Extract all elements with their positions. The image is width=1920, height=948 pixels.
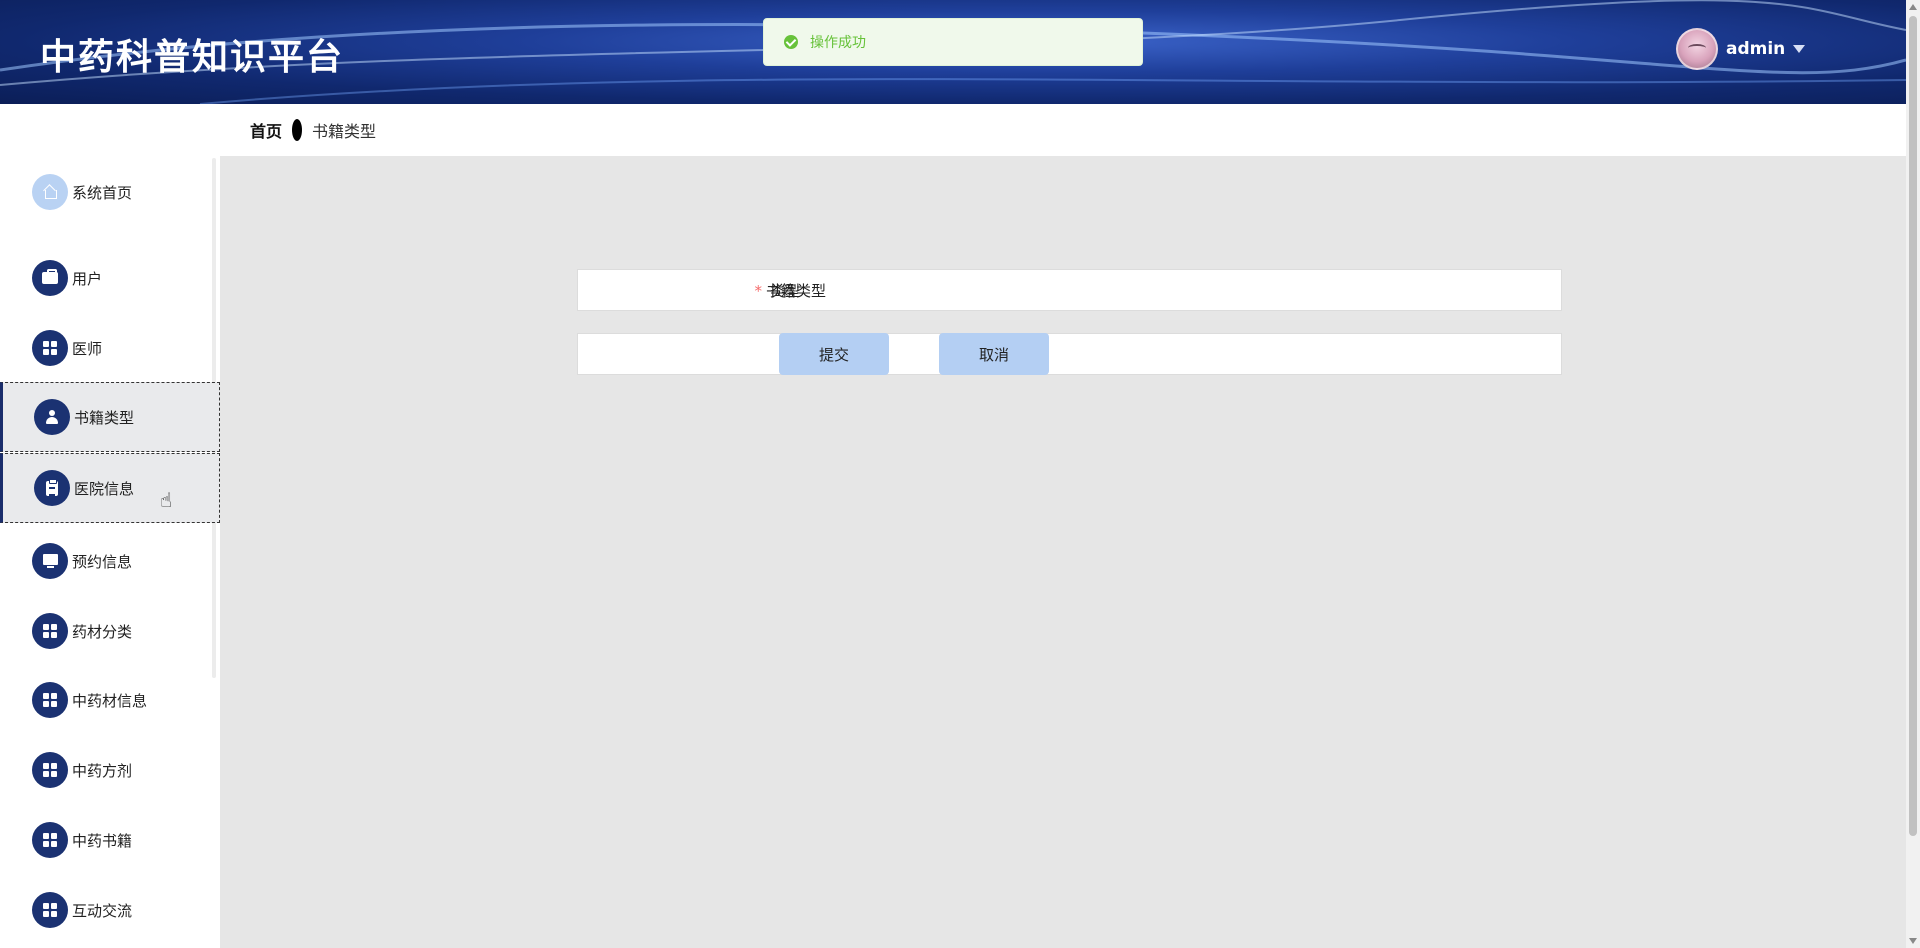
sidebar-item-herb-categories[interactable]: 药材分类 [0, 596, 220, 666]
clipboard-icon [34, 470, 70, 506]
sidebar-item-label: 系统首页 [72, 183, 133, 202]
sidebar: 系统首页 用户 医师 书籍类型 医院信息 预约信息 药材分类 中药材信息 中药方… [0, 156, 220, 948]
briefcase-icon [32, 260, 68, 296]
grid-icon [32, 330, 68, 366]
grid-icon [32, 613, 68, 649]
user-menu[interactable]: admin [1676, 28, 1806, 70]
form-actions-row: 提交 取消 [577, 333, 1562, 375]
sidebar-item-appointments[interactable]: 预约信息 [0, 526, 220, 596]
submit-button[interactable]: 提交 [779, 333, 889, 375]
sidebar-item-doctors[interactable]: 医师 [0, 313, 220, 383]
monitor-icon [32, 543, 68, 579]
sidebar-item-label: 用户 [72, 269, 103, 288]
user-name[interactable]: admin [1726, 39, 1785, 59]
check-circle-icon [784, 35, 798, 49]
sidebar-item-prescriptions[interactable]: 中药方剂 [0, 735, 220, 805]
sidebar-item-book-types[interactable]: 书籍类型 [0, 382, 220, 452]
sidebar-item-label: 医院信息 [74, 479, 135, 498]
grid-icon [32, 682, 68, 718]
grid-icon [32, 752, 68, 788]
sidebar-item-users[interactable]: 用户 [0, 243, 220, 313]
sidebar-item-label: 中药书籍 [72, 831, 133, 850]
sidebar-item-books[interactable]: 中药书籍 [0, 805, 220, 875]
sidebar-item-label: 书籍类型 [74, 408, 135, 427]
home-icon [32, 174, 68, 210]
success-toast: 操作成功 [763, 18, 1143, 66]
book-type-input[interactable] [770, 276, 1530, 304]
breadcrumb-bar: 首页 书籍类型 [0, 104, 1906, 156]
book-type-form-row: * 书籍类型 [577, 269, 1562, 311]
toast-message: 操作成功 [810, 35, 866, 51]
sidebar-item-label: 互动交流 [72, 901, 133, 920]
scroll-up-arrow-icon[interactable] [1909, 4, 1917, 10]
sidebar-item-label: 中药材信息 [72, 691, 148, 710]
window-scrollbar[interactable] [1906, 0, 1920, 948]
sidebar-item-label: 药材分类 [72, 622, 133, 641]
site-title: 中药科普知识平台 [40, 37, 345, 78]
breadcrumb: 首页 书籍类型 [250, 118, 376, 142]
sidebar-item-home[interactable]: 系统首页 [0, 157, 220, 227]
breadcrumb-current: 书籍类型 [312, 122, 377, 141]
required-mark: * [754, 282, 762, 300]
sidebar-item-hospitals[interactable]: 医院信息 [0, 453, 220, 523]
user-icon [34, 399, 70, 435]
breadcrumb-separator [292, 119, 303, 141]
hand-cursor-icon: ☝ [160, 488, 173, 512]
grid-icon [32, 822, 68, 858]
caret-down-icon[interactable] [1793, 45, 1806, 53]
scrollbar-thumb[interactable] [1909, 16, 1917, 836]
avatar[interactable] [1676, 28, 1718, 70]
sidebar-item-herbs[interactable]: 中药材信息 [0, 665, 220, 735]
sidebar-item-label: 预约信息 [72, 552, 133, 571]
sidebar-item-label: 中药方剂 [72, 761, 133, 780]
breadcrumb-home[interactable]: 首页 [250, 118, 282, 142]
sidebar-item-forum[interactable]: 互动交流 [0, 875, 220, 945]
cancel-button[interactable]: 取消 [939, 333, 1049, 375]
grid-icon [32, 892, 68, 928]
sidebar-item-label: 医师 [72, 339, 103, 358]
scroll-down-arrow-icon[interactable] [1909, 938, 1917, 944]
